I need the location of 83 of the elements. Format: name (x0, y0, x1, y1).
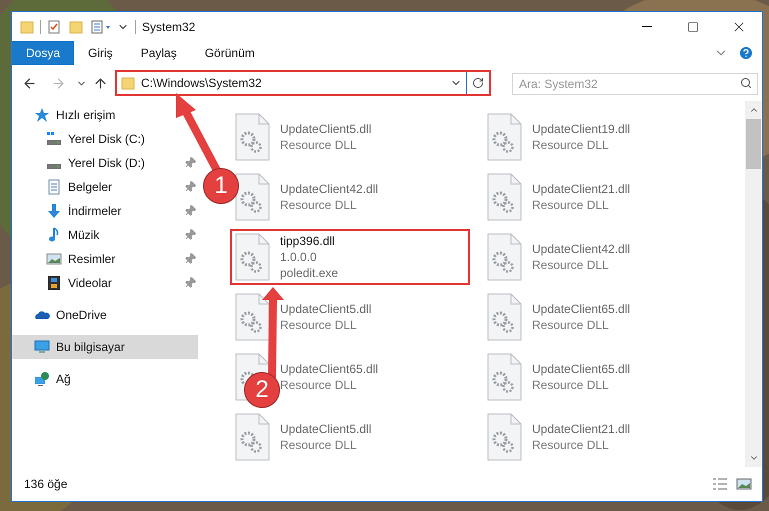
settings-file-icon (486, 113, 522, 161)
file-name: UpdateClient65.dll (280, 361, 378, 377)
file-name: UpdateClient21.dll (532, 181, 630, 197)
checkmark-document-icon[interactable] (47, 20, 61, 34)
download-arrow-icon (46, 203, 62, 219)
film-icon (46, 275, 62, 291)
network-icon (34, 371, 50, 387)
nav-item[interactable]: Yerel Disk (C:) (12, 127, 198, 151)
nav-item[interactable]: OneDrive (12, 303, 198, 327)
scroll-thumb[interactable] (746, 119, 761, 169)
nav-item[interactable]: Videolar (12, 271, 198, 295)
file-name: UpdateClient21.dll (532, 421, 630, 437)
settings-file-icon (486, 233, 522, 281)
file-detail: Resource DLL (280, 317, 358, 333)
nav-item[interactable]: Müzik (12, 223, 198, 247)
help-icon[interactable] (738, 45, 754, 61)
settings-file-icon (234, 233, 270, 281)
search-field[interactable]: Ara: System32 (512, 73, 758, 95)
drive-icon (46, 131, 62, 147)
ribbon-tab[interactable]: Paylaş (126, 41, 191, 65)
settings-file-icon (234, 113, 270, 161)
nav-item[interactable]: Bu bilgisayar (12, 335, 198, 359)
properties-icon[interactable] (91, 20, 113, 34)
settings-file-icon (234, 413, 270, 461)
settings-file-icon (234, 293, 270, 341)
file-name: UpdateClient19.dll (532, 121, 630, 137)
file-tile[interactable]: tipp396.dll 1.0.0.0 poledit.exe (230, 229, 470, 285)
nav-item[interactable]: İndirmeler (12, 199, 198, 223)
large-icons-view-icon[interactable] (736, 477, 752, 491)
settings-file-icon (486, 173, 522, 221)
file-detail: Resource DLL (280, 437, 358, 453)
file-detail: Resource DLL (280, 197, 358, 213)
file-name: UpdateClient42.dll (532, 241, 630, 257)
nav-item[interactable]: Resimler (12, 247, 198, 271)
refresh-icon[interactable] (472, 77, 484, 89)
maximize-icon (687, 20, 699, 32)
document-icon (46, 179, 62, 195)
file-name: UpdateClient65.dll (532, 301, 630, 317)
file-detail: poledit.exe (280, 265, 338, 281)
folder-icon (121, 76, 135, 90)
nav-item[interactable]: Hızlı erişim (12, 103, 198, 127)
file-detail: Resource DLL (280, 137, 358, 153)
file-name: UpdateClient42.dll (280, 181, 378, 197)
settings-file-icon (486, 293, 522, 341)
star-icon (34, 107, 50, 123)
file-detail: Resource DLL (532, 377, 610, 393)
file-name: tipp396.dll (280, 233, 336, 249)
ribbon-tab[interactable]: Dosya (12, 41, 74, 65)
file-detail: 1.0.0.0 (280, 249, 318, 265)
minimize-icon (642, 26, 652, 27)
file-name: UpdateClient5.dll (280, 301, 372, 317)
address-path: C:\Windows\System32 (141, 75, 263, 92)
folder-icon[interactable] (69, 20, 83, 34)
nav-item[interactable]: Yerel Disk (D:) (12, 151, 198, 175)
nav-item[interactable]: Ağ (12, 367, 198, 391)
file-detail: Resource DLL (532, 257, 610, 273)
drive-icon (46, 162, 62, 170)
file-name: UpdateClient5.dll (280, 421, 372, 437)
computer-icon (34, 339, 50, 355)
search-icon (740, 77, 752, 89)
item-count: 136 öğe (24, 476, 68, 493)
details-view-icon[interactable] (712, 477, 728, 491)
forward-icon[interactable] (51, 76, 66, 90)
file-detail: Resource DLL (532, 137, 610, 153)
file-name: UpdateClient65.dll (532, 361, 630, 377)
file-name: UpdateClient5.dll (280, 121, 372, 137)
address-bar[interactable]: C:\Windows\System32 (115, 70, 491, 96)
nav-item[interactable]: Belgeler (12, 175, 198, 199)
ribbon-tab[interactable]: Görünüm (190, 41, 269, 65)
up-icon[interactable] (93, 76, 108, 90)
ribbon-tab[interactable]: Giriş (74, 41, 127, 65)
window-title: System32 (142, 18, 196, 36)
settings-file-icon (486, 353, 522, 401)
picture-icon (46, 251, 62, 267)
scrollbar[interactable] (745, 101, 762, 467)
file-detail: Resource DLL (280, 377, 358, 393)
settings-file-icon (486, 413, 522, 461)
file-detail: Resource DLL (532, 437, 610, 453)
file-detail: Resource DLL (532, 197, 610, 213)
settings-file-icon (234, 173, 270, 221)
back-icon[interactable] (22, 76, 37, 90)
file-detail: Resource DLL (532, 317, 610, 333)
folder-icon[interactable] (20, 20, 34, 34)
